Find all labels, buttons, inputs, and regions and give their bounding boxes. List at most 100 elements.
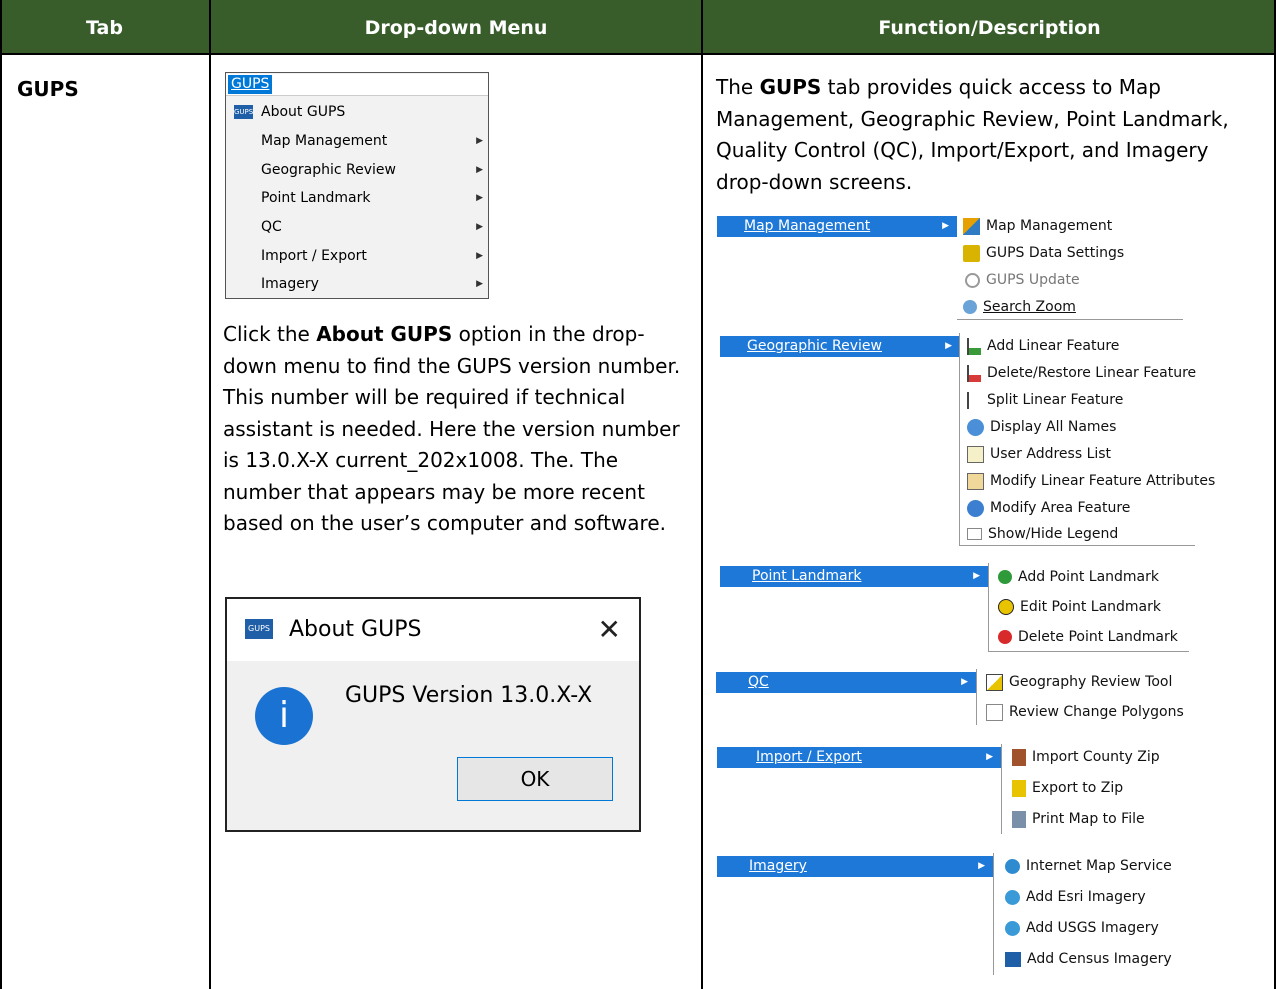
submenu-item-label: Print Map to File <box>1032 811 1145 827</box>
submenu-item-gups-data-settings[interactable]: GUPS Data Settings <box>963 241 1124 265</box>
submenu-arrow-icon: ▶ <box>973 571 980 581</box>
submenu-item-label: Edit Point Landmark <box>1020 599 1161 615</box>
display-names-icon <box>967 418 984 436</box>
submenu-item-display-all-names[interactable]: Display All Names <box>967 415 1116 439</box>
submenu-item-modify-linear-feature-attributes[interactable]: Modify Linear Feature Attributes <box>967 469 1215 493</box>
submenu-arrow-icon: ▶ <box>476 251 483 261</box>
menu-item-qc[interactable]: QC ▶ <box>226 213 488 241</box>
info-icon: i <box>255 687 313 745</box>
submenu-item-label: GUPS Update <box>986 272 1080 288</box>
submenu-parent-label: Point Landmark <box>752 568 862 584</box>
census-imagery-icon <box>1005 951 1021 967</box>
submenu-parent-point-landmark[interactable]: Point Landmark ▶ <box>720 566 988 587</box>
tab-description: The GUPS tab provides quick access to Ma… <box>716 72 1256 198</box>
submenu-item-add-linear-feature[interactable]: Add Linear Feature <box>967 334 1119 358</box>
menu-item-about-gups[interactable]: GUPS About GUPS <box>226 98 488 126</box>
submenu-parent-import-export[interactable]: Import / Export ▶ <box>717 747 1001 768</box>
instructions-bold: About GUPS <box>316 322 453 346</box>
submenu-item-label: Add Linear Feature <box>987 338 1120 354</box>
submenu-arrow-icon: ▶ <box>476 136 483 146</box>
submenu-item-label: GUPS Data Settings <box>986 245 1125 261</box>
submenu-item-geography-review-tool[interactable]: Geography Review Tool <box>986 670 1172 694</box>
submenu-item-label: Search Zoom <box>983 299 1076 315</box>
submenu-parent-map-management[interactable]: Map Management ▶ <box>717 216 957 237</box>
submenu-item-show-hide-legend[interactable]: Show/Hide Legend <box>967 522 1118 546</box>
menu-item-imagery[interactable]: Imagery ▶ <box>226 270 488 298</box>
add-imagery-icon <box>1005 889 1020 905</box>
submenu-parent-qc[interactable]: QC ▶ <box>716 672 976 693</box>
submenu-item-split-linear-feature[interactable]: Split Linear Feature <box>967 388 1123 412</box>
menu-item-import-export[interactable]: Import / Export ▶ <box>226 242 488 270</box>
submenu-item-delete-restore-linear-feature[interactable]: Delete/Restore Linear Feature <box>967 361 1196 385</box>
submenu-item-label: Modify Linear Feature Attributes <box>990 473 1216 489</box>
menu-item-geographic-review[interactable]: Geographic Review ▶ <box>226 156 488 184</box>
submenu-item-print-map-to-file[interactable]: Print Map to File <box>1012 807 1145 831</box>
submenu-item-label: Display All Names <box>990 419 1117 435</box>
submenu-parent-label: Imagery <box>749 858 807 874</box>
menu-item-label: About GUPS <box>261 104 346 120</box>
submenu-item-user-address-list[interactable]: User Address List <box>967 442 1111 466</box>
review-tool-icon <box>986 673 1003 691</box>
modify-attributes-icon <box>967 472 984 490</box>
submenu-item-label: Internet Map Service <box>1026 858 1172 874</box>
submenu-parent-imagery[interactable]: Imagery ▶ <box>717 856 993 877</box>
submenu-item-review-change-polygons[interactable]: Review Change Polygons <box>986 700 1184 724</box>
submenu-parent-label: Import / Export <box>756 749 862 765</box>
submenu-item-label: Show/Hide Legend <box>988 526 1119 542</box>
submenu-item-add-census-imagery[interactable]: Add Census Imagery <box>1005 947 1172 971</box>
delete-point-icon <box>998 630 1012 644</box>
submenu-parent-label: Map Management <box>744 218 871 234</box>
dialog-title-bar: GUPS About GUPS ✕ <box>227 599 639 661</box>
close-icon[interactable]: ✕ <box>598 613 621 646</box>
submenu-item-gups-update[interactable]: GUPS Update <box>963 268 1080 292</box>
submenu-parent-label: Geographic Review <box>747 338 882 354</box>
submenu-arrow-icon: ▶ <box>476 165 483 175</box>
border-left <box>0 0 2 989</box>
submenu-item-label: Review Change Polygons <box>1009 704 1184 720</box>
submenu-item-export-to-zip[interactable]: Export to Zip <box>1012 776 1123 800</box>
dialog-title: About GUPS <box>289 617 422 642</box>
submenu-item-label: Geography Review Tool <box>1009 674 1173 690</box>
submenu-item-delete-point-landmark[interactable]: Delete Point Landmark <box>998 625 1178 649</box>
export-icon <box>1012 779 1026 797</box>
column-divider-2 <box>701 0 703 989</box>
submenu-item-add-point-landmark[interactable]: Add Point Landmark <box>998 565 1159 589</box>
add-imagery-icon <box>1005 920 1020 936</box>
gups-tab-table: Tab Drop-down Menu Function/Description … <box>0 0 1276 989</box>
submenu-item-add-usgs-imagery[interactable]: Add USGS Imagery <box>1005 916 1159 940</box>
menu-item-map-management[interactable]: Map Management ▶ <box>226 127 488 155</box>
menu-item-point-landmark[interactable]: Point Landmark ▶ <box>226 184 488 212</box>
submenu-item-import-county-zip[interactable]: Import County Zip <box>1012 745 1160 769</box>
menu-title[interactable]: GUPS <box>228 75 272 94</box>
submenu-item-internet-map-service[interactable]: Internet Map Service <box>1005 854 1172 878</box>
submenu-arrow-icon: ▶ <box>476 193 483 203</box>
modify-area-icon <box>967 499 984 517</box>
edit-point-icon <box>998 599 1014 615</box>
gups-logo-icon: GUPS <box>245 619 273 639</box>
submenu-item-label: Add Esri Imagery <box>1026 889 1146 905</box>
submenu-item-modify-area-feature[interactable]: Modify Area Feature <box>967 496 1130 520</box>
ok-button[interactable]: OK <box>457 757 613 801</box>
address-list-icon <box>967 445 984 463</box>
submenu-arrow-icon: ▶ <box>961 677 968 687</box>
submenu-item-search-zoom[interactable]: Search Zoom <box>963 295 1076 319</box>
submenu-item-edit-point-landmark[interactable]: Edit Point Landmark <box>998 595 1161 619</box>
submenu-item-label: User Address List <box>990 446 1112 462</box>
description-text: The <box>716 75 760 99</box>
menu-item-label: Point Landmark <box>261 190 371 206</box>
header-dropdown-menu: Drop-down Menu <box>211 0 701 55</box>
menu-item-label: QC <box>261 219 282 235</box>
column-divider-1 <box>209 0 211 989</box>
add-linear-feature-icon <box>967 337 981 355</box>
menu-item-label: Imagery <box>261 276 319 292</box>
submenu-item-add-esri-imagery[interactable]: Add Esri Imagery <box>1005 885 1146 909</box>
header-tab: Tab <box>0 0 209 55</box>
settings-icon <box>963 244 980 262</box>
menu-item-label: Geographic Review <box>261 162 396 178</box>
globe-icon <box>1005 858 1020 874</box>
change-polygons-icon <box>986 703 1003 721</box>
update-icon <box>965 272 980 288</box>
submenu-parent-geographic-review[interactable]: Geographic Review ▶ <box>720 336 960 357</box>
submenu-item-label: Export to Zip <box>1032 780 1124 796</box>
submenu-item-map-management[interactable]: Map Management <box>963 214 1112 238</box>
